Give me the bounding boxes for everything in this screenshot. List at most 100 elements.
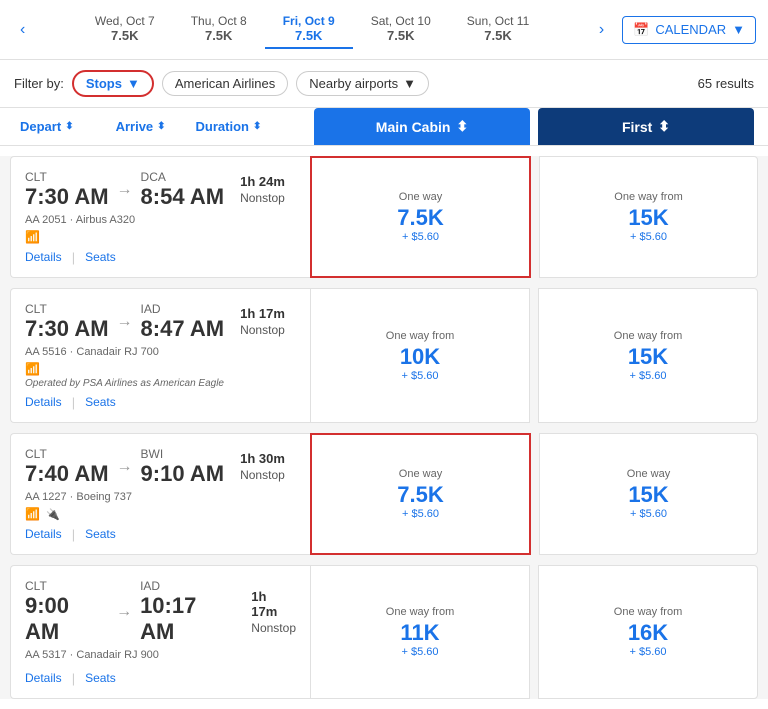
arrive-airport-0: DCA [141, 170, 166, 184]
flight-info-2: CLT 7:40 AM → BWI 9:10 AM 1h 30m Nonstop… [10, 433, 310, 555]
date-strip: ‹ Wed, Oct 77.5KThu, Oct 87.5KFri, Oct 9… [0, 0, 768, 60]
prev-date-arrow[interactable]: ‹ [12, 21, 33, 39]
first-fee-2: + $5.60 [630, 508, 667, 520]
flight-meta-3: AA 5317 · Canadair RJ 900 [25, 649, 296, 661]
depart-time-2: 7:40 AM [25, 461, 109, 487]
depart-time-0: 7:30 AM [25, 184, 109, 210]
first-fee-0: + $5.60 [630, 231, 667, 243]
main-cabin-price-3[interactable]: One way from 11K + $5.60 [310, 565, 530, 699]
date-item-4[interactable]: Sun, Oct 117.5K [449, 10, 547, 49]
flight-left-side: CLT 7:30 AM [25, 301, 109, 342]
depart-header[interactable]: Depart ⬍ [14, 111, 80, 142]
arrive-airport-1: IAD [141, 302, 161, 316]
flight-links-3: Details | Seats [25, 671, 296, 686]
first-cabin-header[interactable]: First ⬍ [538, 108, 754, 145]
main-cabin-label-2: One way [399, 468, 442, 480]
date-item-3[interactable]: Sat, Oct 107.5K [353, 10, 449, 49]
first-label-1: One way from [614, 330, 682, 342]
flight-right-side: DCA 8:54 AM [141, 169, 225, 210]
next-date-arrow[interactable]: › [591, 21, 612, 39]
first-fee-3: + $5.60 [629, 646, 666, 658]
stops-dropdown-icon: ▼ [127, 76, 140, 91]
stops-2: Nonstop [240, 468, 285, 482]
duration-stops-1: 1h 17m Nonstop [240, 306, 285, 337]
calendar-icon: 📅 [633, 22, 649, 38]
arrive-time-1: 8:47 AM [141, 316, 225, 342]
duration-1: 1h 17m [240, 306, 285, 321]
details-link-1[interactable]: Details [25, 395, 62, 410]
first-cabin-sort-icon: ⬍ [658, 118, 670, 135]
duration-stops-0: 1h 24m Nonstop [240, 174, 285, 205]
details-link-0[interactable]: Details [25, 250, 62, 265]
flight-row-1: CLT 7:30 AM → IAD 8:47 AM 1h 17m Nonstop… [10, 288, 758, 423]
nearby-airports-button[interactable]: Nearby airports ▼ [296, 71, 429, 96]
seats-link-3[interactable]: Seats [85, 671, 116, 686]
date-item-2[interactable]: Fri, Oct 97.5K [265, 10, 353, 49]
seats-link-2[interactable]: Seats [85, 527, 116, 542]
filter-row: Filter by: Stops ▼ American Airlines Nea… [0, 60, 768, 108]
main-cabin-price-0[interactable]: One way 7.5K + $5.60 [310, 156, 531, 278]
depart-sort-icon: ⬍ [65, 121, 73, 132]
arrive-time-2: 9:10 AM [141, 461, 225, 487]
flight-row-3: CLT 9:00 AM → IAD 10:17 AM 1h 17m Nonsto… [10, 565, 758, 699]
flight-times-3: CLT 9:00 AM → IAD 10:17 AM 1h 17m Nonsto… [25, 578, 296, 645]
calendar-button[interactable]: 📅 CALENDAR ▼ [622, 16, 756, 44]
first-label-2: One way [627, 468, 670, 480]
arrive-time-3: 10:17 AM [140, 593, 235, 645]
seats-link-1[interactable]: Seats [85, 395, 116, 410]
depart-airport-3: CLT [25, 579, 47, 593]
main-cabin-points-1: 10K [400, 346, 440, 368]
column-headers: Depart ⬍ Arrive ⬍ Duration ⬍ Main Cabin … [0, 108, 768, 146]
flight-left-side: CLT 9:00 AM [25, 578, 108, 645]
main-cabin-header[interactable]: Main Cabin ⬍ [314, 108, 530, 145]
duration-stops-3: 1h 17m Nonstop [251, 589, 296, 635]
flight-info-3: CLT 9:00 AM → IAD 10:17 AM 1h 17m Nonsto… [10, 565, 310, 699]
main-cabin-label-1: One way from [386, 330, 454, 342]
main-cabin-price-1[interactable]: One way from 10K + $5.60 [310, 288, 530, 423]
arrive-sort-icon: ⬍ [157, 121, 165, 132]
details-link-3[interactable]: Details [25, 671, 62, 686]
main-cabin-sort-icon: ⬍ [456, 118, 468, 135]
flight-meta-1: AA 5516 · Canadair RJ 700 [25, 346, 296, 358]
price-cells-0: One way 7.5K + $5.60 One way from 15K + … [310, 156, 758, 278]
main-cabin-label-0: One way [399, 191, 442, 203]
dates-row: Wed, Oct 77.5KThu, Oct 87.5KFri, Oct 97.… [33, 10, 590, 49]
duration-header[interactable]: Duration ⬍ [190, 111, 268, 142]
arrive-airport-3: IAD [140, 579, 160, 593]
duration-0: 1h 24m [240, 174, 285, 189]
depart-airport-2: CLT [25, 447, 47, 461]
filter-by-label: Filter by: [14, 76, 64, 91]
flight-right-side: IAD 10:17 AM [140, 578, 235, 645]
main-cabin-points-3: 11K [400, 622, 439, 644]
first-price-3[interactable]: One way from 16K + $5.60 [538, 565, 758, 699]
depart-time-3: 9:00 AM [25, 593, 108, 645]
wifi-icon: 📶 [25, 507, 40, 521]
stops-filter-button[interactable]: Stops ▼ [72, 70, 154, 97]
first-price-2[interactable]: One way 15K + $5.60 [539, 433, 758, 555]
first-fee-1: + $5.60 [629, 370, 666, 382]
first-price-1[interactable]: One way from 15K + $5.60 [538, 288, 758, 423]
flight-right-side: IAD 8:47 AM [141, 301, 225, 342]
date-item-1[interactable]: Thu, Oct 87.5K [173, 10, 265, 49]
stops-1: Nonstop [240, 323, 285, 337]
arrow-icon-0: → [117, 181, 133, 199]
first-points-3: 16K [628, 622, 668, 644]
date-item-0[interactable]: Wed, Oct 77.5K [77, 10, 173, 49]
arrive-time-0: 8:54 AM [141, 184, 225, 210]
seats-link-0[interactable]: Seats [85, 250, 116, 265]
airline-filter-button[interactable]: American Airlines [162, 71, 288, 96]
arrive-header[interactable]: Arrive ⬍ [110, 111, 172, 142]
flight-row-0: CLT 7:30 AM → DCA 8:54 AM 1h 24m Nonstop… [10, 156, 758, 278]
first-points-1: 15K [628, 346, 668, 368]
main-cabin-price-2[interactable]: One way 7.5K + $5.60 [310, 433, 531, 555]
depart-time-1: 7:30 AM [25, 316, 109, 342]
price-cells-1: One way from 10K + $5.60 One way from 15… [310, 288, 758, 423]
left-headers: Depart ⬍ Arrive ⬍ Duration ⬍ [14, 108, 314, 145]
flight-left-side: CLT 7:40 AM [25, 446, 109, 487]
arrow-icon-1: → [117, 313, 133, 331]
details-link-2[interactable]: Details [25, 527, 62, 542]
main-container: ‹ Wed, Oct 77.5KThu, Oct 87.5KFri, Oct 9… [0, 0, 768, 709]
first-price-0[interactable]: One way from 15K + $5.60 [539, 156, 758, 278]
flight-links-2: Details | Seats [25, 527, 296, 542]
main-cabin-fee-1: + $5.60 [401, 370, 438, 382]
